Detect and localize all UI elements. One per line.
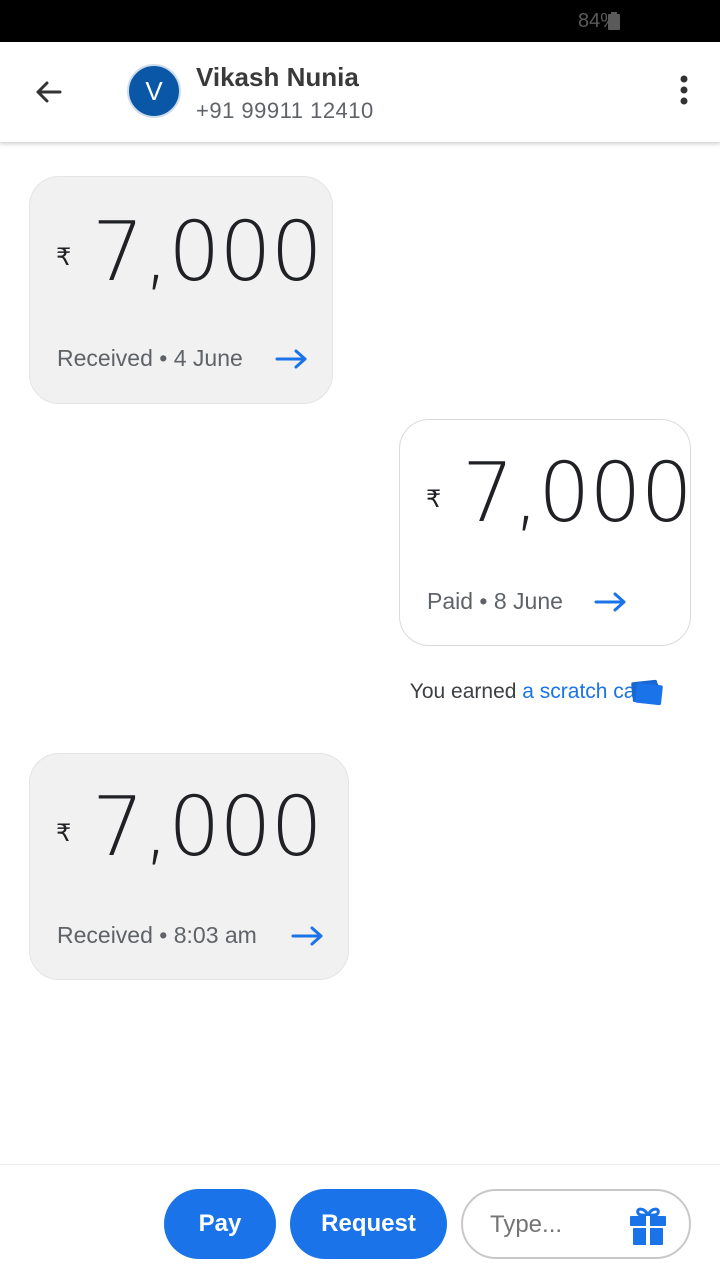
scratch-card-note: You earned a scratch card! <box>410 680 660 704</box>
transaction-received-card[interactable]: ₹ 7,000 Received • 4 June <box>29 176 333 404</box>
transaction-received-card[interactable]: ₹ 7,000 Received • 8:03 am <box>29 753 349 980</box>
currency-symbol: ₹ <box>56 244 72 271</box>
scratch-note-prefix: You earned <box>409 680 523 703</box>
arrow-right-icon[interactable] <box>275 347 309 371</box>
contact-name[interactable]: Vikash Nunia <box>196 62 359 93</box>
arrow-right-icon[interactable] <box>594 590 628 614</box>
currency-symbol: ₹ <box>426 486 442 513</box>
contact-phone: +91 99911 12410 <box>196 98 374 123</box>
message-input[interactable]: Type... <box>461 1189 691 1259</box>
battery-icon <box>608 12 620 30</box>
back-arrow-icon[interactable] <box>28 72 68 112</box>
transaction-paid-card[interactable]: ₹ 7,000 Paid • 8 June <box>399 419 693 646</box>
amount: 7,000 <box>92 780 323 875</box>
transaction-status: Received • 4 June <box>57 345 243 371</box>
avatar[interactable]: V <box>127 64 181 118</box>
arrow-right-icon[interactable] <box>291 924 325 948</box>
message-input-placeholder: Type... <box>490 1211 563 1238</box>
transaction-status: Paid • 8 June <box>427 588 563 614</box>
bottom-action-bar: Pay Request Type... <box>0 1164 720 1280</box>
scratch-card-icon[interactable] <box>630 678 664 706</box>
app-bar: V Vikash Nunia +91 99911 12410 <box>0 42 720 142</box>
pay-button[interactable]: Pay <box>164 1189 276 1259</box>
more-options-icon[interactable] <box>674 72 694 112</box>
transaction-status: Received • 8:03 am <box>57 922 257 948</box>
amount: 7,000 <box>92 205 323 300</box>
currency-symbol: ₹ <box>56 820 72 847</box>
gift-icon[interactable] <box>627 1205 669 1247</box>
amount: 7,000 <box>462 446 693 541</box>
status-bar: 84% <box>0 0 720 42</box>
request-button[interactable]: Request <box>290 1189 447 1259</box>
